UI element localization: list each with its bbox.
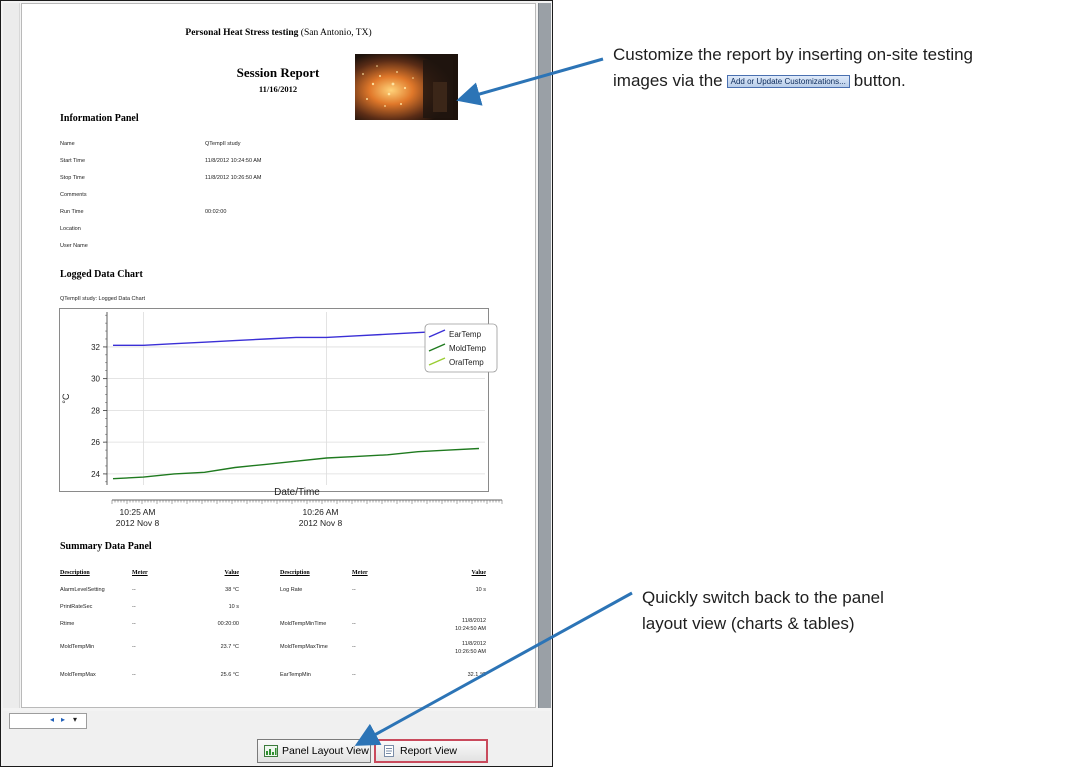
summary-cell: MoldTempMaxTime (280, 644, 328, 650)
summary-column-header: Description (60, 570, 90, 576)
info-label: Location (60, 226, 81, 232)
summary-cell: 38 °C (225, 587, 239, 593)
summary-column-header: Value (471, 570, 486, 576)
info-value: 11/8/2012 10:26:50 AM (205, 175, 262, 181)
add-or-update-customizations-button: Add or Update Customizations... (726, 75, 850, 89)
x-axis-label: Date/Time (274, 487, 320, 498)
report-title: Personal Heat Stress testing (San Antoni… (22, 28, 535, 38)
report-view-label: Report View (400, 745, 458, 757)
summary-cell: EarTempMin (280, 672, 311, 678)
y-tick-label: 26 (91, 438, 100, 447)
summary-cell: Rtime (60, 621, 75, 627)
next-page-button[interactable]: ▸ (61, 715, 65, 724)
info-label: User Name (60, 243, 88, 249)
x-tick-label-date: 2012 Nov 8 (299, 518, 343, 528)
x-tick-label-time: 10:26 AM (303, 507, 339, 517)
legend-label: OralTemp (449, 358, 484, 367)
annotation-switch-line2: layout view (charts & tables) (642, 614, 855, 633)
info-value: QTempII study (205, 141, 241, 147)
bottom-toolbar: ◂ ▸ ▾ Panel Layout View Report View (3, 711, 550, 766)
summary-cell: 10 s (475, 587, 486, 593)
annotation-switch-view: Quickly switch back to the panel layout … (642, 585, 884, 637)
annotation-customize-text: images via the (613, 71, 723, 90)
summary-column-header: Description (280, 570, 310, 576)
annotation-customize-text-end: button. (853, 71, 906, 90)
logged-data-chart: 2426283032°CDate/Time10:25 AM2012 Nov 81… (61, 312, 503, 528)
summary-cell: -- (132, 587, 136, 593)
summary-data-panel-heading: Summary Data Panel (60, 541, 152, 552)
summary-column-header: Value (224, 570, 239, 576)
summary-cell: -- (352, 672, 356, 678)
panel-layout-view-label: Panel Layout View (282, 745, 369, 757)
summary-cell: -- (132, 644, 136, 650)
logged-data-chart-heading: Logged Data Chart (60, 269, 143, 280)
information-panel-heading: Information Panel (60, 113, 139, 124)
report-window: Personal Heat Stress testing (San Antoni… (0, 0, 553, 767)
summary-column-header: Meter (352, 570, 368, 576)
info-label: Name (60, 141, 75, 147)
annotation-customize-line2: images via the Add or Update Customizatio… (613, 68, 973, 94)
summary-cell: -- (132, 604, 136, 610)
info-value: 00:02:00 (205, 209, 227, 215)
legend-label: EarTemp (449, 330, 482, 339)
annotation-customize: Customize the report by inserting on-sit… (613, 42, 973, 94)
report-title-location: (San Antonio, TX) (298, 28, 372, 38)
onsite-testing-photo (355, 54, 458, 120)
info-label: Stop Time (60, 175, 85, 181)
report-page: Personal Heat Stress testing (San Antoni… (21, 3, 536, 708)
report-view-button[interactable]: Report View (374, 739, 488, 763)
summary-cell: MoldTempMax (60, 672, 96, 678)
summary-cell: MoldTempMin (60, 644, 95, 650)
annotation-customize-line1: Customize the report by inserting on-sit… (613, 45, 974, 64)
summary-cell: 11/8/2012 10:24:50 AM (455, 618, 486, 632)
summary-cell: -- (352, 644, 356, 650)
info-value: 11/8/2012 10:24:50 AM (205, 158, 262, 164)
chart-icon (264, 745, 278, 757)
session-report-date: 11/16/2012 (258, 84, 298, 94)
series-line-eartemp (113, 328, 480, 346)
summary-cell: 25.6 °C (220, 672, 239, 678)
chart-subtitle: QTempII study: Logged Data Chart (60, 296, 145, 302)
legend-label: MoldTemp (449, 344, 486, 353)
y-axis-label: °C (61, 393, 71, 404)
previous-page-button[interactable]: ◂ (50, 715, 54, 724)
report-document-icon (384, 745, 394, 757)
y-tick-label: 32 (91, 343, 100, 352)
vertical-scrollbar[interactable] (538, 3, 551, 708)
report-title-bold: Personal Heat Stress testing (185, 28, 299, 38)
page-menu-button[interactable]: ▾ (73, 715, 77, 724)
summary-cell: 11/8/2012 10:26:50 AM (455, 641, 486, 655)
x-tick-label-date: 2012 Nov 8 (116, 518, 160, 528)
y-tick-label: 24 (91, 470, 100, 479)
y-tick-label: 30 (91, 375, 100, 384)
x-tick-label-time: 10:25 AM (120, 507, 156, 517)
summary-column-header: Meter (132, 570, 148, 576)
summary-cell: AlarmLevelSetting (60, 587, 105, 593)
info-label: Start Time (60, 158, 86, 164)
page-navigator[interactable]: ◂ ▸ ▾ (9, 713, 87, 729)
summary-cell: 00:20:00 (217, 621, 239, 627)
summary-cell: Log Rate (280, 587, 303, 593)
summary-cell: MoldTempMinTime (280, 621, 327, 627)
summary-cell: -- (132, 672, 136, 678)
summary-cell: -- (352, 587, 356, 593)
left-scroll-gutter (3, 3, 20, 708)
info-label: Run Time (60, 209, 84, 215)
summary-cell: PrintRateSec (60, 604, 93, 610)
summary-cell: -- (132, 621, 136, 627)
summary-cell: 32.1 °C (467, 672, 486, 678)
panel-layout-view-button[interactable]: Panel Layout View (257, 739, 371, 763)
summary-cell: -- (352, 621, 356, 627)
y-tick-label: 28 (91, 406, 100, 415)
info-label: Comments (60, 192, 87, 198)
session-report-title: Session Report (236, 65, 320, 80)
summary-cell: 23.7 °C (220, 644, 239, 650)
annotation-switch-line1: Quickly switch back to the panel (642, 588, 884, 607)
summary-cell: 10 s (228, 604, 239, 610)
